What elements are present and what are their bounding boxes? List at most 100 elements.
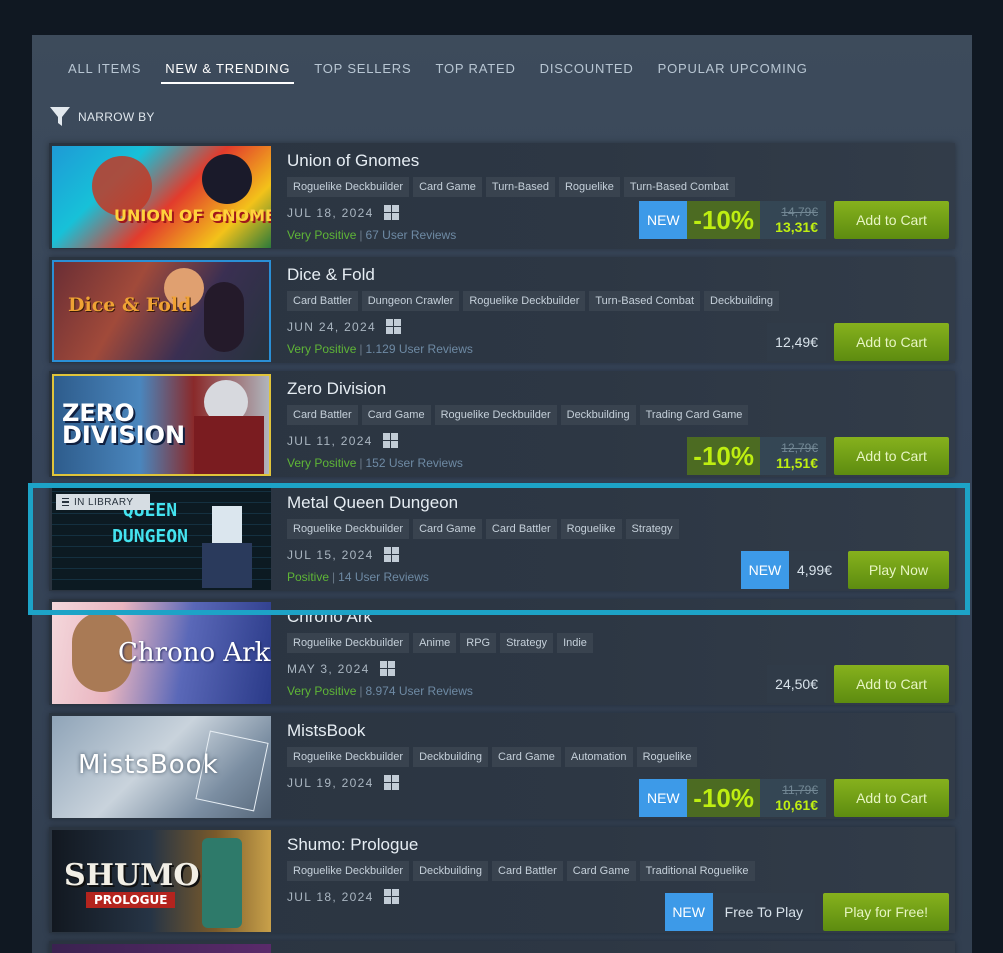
- game-capsule[interactable]: QUEEN DUNGEON IN LIBRARY: [52, 488, 271, 590]
- tag[interactable]: Card Battler: [287, 291, 358, 311]
- tag[interactable]: Roguelike Deckbuilder: [434, 405, 557, 425]
- capsule-logo: MistsBook: [78, 750, 219, 780]
- tag[interactable]: Roguelike Deckbuilder: [463, 291, 586, 311]
- review-rating: Positive: [287, 570, 330, 584]
- add-to-cart-button[interactable]: Add to Cart: [834, 201, 949, 239]
- game-capsule[interactable]: MistsBook: [52, 716, 271, 818]
- tag[interactable]: Indie: [557, 633, 593, 653]
- review-summary: Very Positive | 8.974 User Reviews: [287, 684, 473, 698]
- tag[interactable]: Roguelike Deckbuilder: [287, 177, 410, 197]
- game-title[interactable]: Zero Division: [287, 379, 386, 399]
- tag[interactable]: Card Battler: [492, 861, 563, 881]
- game-row-shumo-prologue[interactable]: SHUMO PROLOGUE Shumo: Prologue Roguelike…: [49, 827, 955, 933]
- capsule-subtitle: PROLOGUE: [86, 892, 176, 908]
- game-row-mistsbook[interactable]: MistsBook MistsBook Roguelike Deckbuilde…: [49, 713, 955, 819]
- tag[interactable]: Turn-Based: [485, 177, 555, 197]
- funnel-icon: [50, 107, 70, 126]
- tag[interactable]: Deckbuilding: [704, 291, 779, 311]
- price: 24,50€: [767, 665, 826, 703]
- add-to-cart-button[interactable]: Add to Cart: [834, 779, 949, 817]
- purchase-area: 24,50€ Add to Cart: [767, 665, 949, 703]
- add-to-cart-button[interactable]: Add to Cart: [834, 323, 949, 361]
- tag[interactable]: Card Game: [413, 519, 482, 539]
- play-for-free-button[interactable]: Play for Free!: [823, 893, 949, 931]
- in-library-badge: IN LIBRARY: [56, 494, 150, 510]
- tag[interactable]: Deckbuilding: [413, 861, 489, 881]
- tag[interactable]: Roguelike Deckbuilder: [287, 747, 410, 767]
- game-row-union-of-gnomes[interactable]: UNION OF GNOMES Union of Gnomes Roguelik…: [49, 143, 955, 249]
- tag[interactable]: Deckbuilding: [560, 405, 636, 425]
- game-row-dice-fold[interactable]: Dice & Fold Dice & Fold Card Battler Dun…: [49, 257, 955, 363]
- tag[interactable]: Strategy: [500, 633, 554, 653]
- tag[interactable]: Roguelike: [560, 519, 622, 539]
- tag[interactable]: Turn-Based Combat: [589, 291, 701, 311]
- tab-discounted[interactable]: DISCOUNTED: [540, 61, 646, 84]
- review-count: 152 User Reviews: [365, 456, 463, 470]
- release-date-row: JUL 18, 2024: [287, 205, 399, 220]
- release-date-row: JUL 11, 2024: [287, 433, 398, 448]
- tab-top-sellers[interactable]: TOP SELLERS: [314, 61, 423, 84]
- tag[interactable]: Automation: [564, 747, 633, 767]
- windows-icon: [385, 319, 401, 334]
- game-capsule[interactable]: SHUMO PROLOGUE: [52, 830, 271, 932]
- tag[interactable]: Card Battler: [485, 519, 557, 539]
- tab-top-rated[interactable]: TOP RATED: [435, 61, 527, 84]
- game-row-chrono-ark[interactable]: Chrono Ark Chrono Ark Roguelike Deckbuil…: [49, 599, 955, 705]
- add-to-cart-button[interactable]: Add to Cart: [834, 665, 949, 703]
- tag[interactable]: Roguelike: [636, 747, 698, 767]
- tag[interactable]: Card Game: [361, 405, 431, 425]
- windows-icon: [379, 661, 395, 676]
- discount-percent: -10%: [687, 201, 760, 239]
- add-to-cart-button[interactable]: Add to Cart: [834, 437, 949, 475]
- game-capsule[interactable]: ZERO DIVISION: [52, 374, 271, 476]
- tag[interactable]: Dungeon Crawler: [361, 291, 460, 311]
- tag[interactable]: Card Battler: [287, 405, 358, 425]
- tag[interactable]: Strategy: [625, 519, 679, 539]
- narrow-by-button[interactable]: NARROW BY: [50, 107, 155, 127]
- tag-list: Card Battler Card Game Roguelike Deckbui…: [287, 405, 749, 425]
- review-count: 67 User Reviews: [365, 228, 457, 242]
- game-capsule[interactable]: UNION OF GNOMES: [52, 146, 271, 248]
- game-capsule[interactable]: Chrono Ark: [52, 602, 271, 704]
- game-title[interactable]: Metal Queen Dungeon: [287, 493, 458, 513]
- tab-new-trending[interactable]: NEW & TRENDING: [161, 61, 302, 84]
- tag[interactable]: Roguelike: [558, 177, 620, 197]
- review-rating: Very Positive: [287, 342, 357, 356]
- game-title[interactable]: MistsBook: [287, 721, 365, 741]
- game-title[interactable]: Shumo: Prologue: [287, 835, 418, 855]
- tag[interactable]: Traditional Roguelike: [639, 861, 755, 881]
- windows-icon: [383, 889, 399, 904]
- tab-popular-upcoming[interactable]: POPULAR UPCOMING: [658, 61, 820, 84]
- store-panel: ALL ITEMS NEW & TRENDING TOP SELLERS TOP…: [32, 35, 972, 953]
- discount-percent: -10%: [687, 779, 760, 817]
- tag[interactable]: Card Game: [566, 861, 636, 881]
- tag[interactable]: Roguelike Deckbuilder: [287, 633, 410, 653]
- tag[interactable]: Roguelike Deckbuilder: [287, 519, 410, 539]
- tag[interactable]: Card Game: [492, 747, 561, 767]
- game-title[interactable]: Union of Gnomes: [287, 151, 419, 171]
- tag[interactable]: Roguelike Deckbuilder: [287, 861, 410, 881]
- game-capsule[interactable]: Dice & Fold: [52, 260, 271, 362]
- game-row-metal-queen-dungeon[interactable]: QUEEN DUNGEON IN LIBRARY Metal Queen Dun…: [49, 485, 955, 591]
- tag-list: Card Battler Dungeon Crawler Roguelike D…: [287, 291, 779, 311]
- tag[interactable]: Trading Card Game: [639, 405, 749, 425]
- tag[interactable]: Card Game: [413, 177, 482, 197]
- tag[interactable]: RPG: [460, 633, 497, 653]
- tag[interactable]: Deckbuilding: [413, 747, 489, 767]
- tag[interactable]: Turn-Based Combat: [623, 177, 735, 197]
- game-row-zero-division[interactable]: ZERO DIVISION Zero Division Card Battler…: [49, 371, 955, 477]
- final-price: 11,51€: [775, 454, 818, 471]
- release-date: MAY 3, 2024: [287, 661, 370, 676]
- play-now-button[interactable]: Play Now: [848, 551, 949, 589]
- release-date-row: JUL 15, 2024: [287, 547, 399, 562]
- release-date: JUL 11, 2024: [287, 433, 373, 448]
- in-library-label: IN LIBRARY: [74, 496, 134, 508]
- original-price: 11,79€: [782, 782, 818, 797]
- game-title[interactable]: Chrono Ark: [287, 607, 372, 627]
- tab-all-items[interactable]: ALL ITEMS: [68, 61, 153, 84]
- final-price: 10,61€: [775, 796, 818, 813]
- tag-list: Roguelike Deckbuilder Deckbuilding Card …: [287, 747, 698, 767]
- game-title[interactable]: Dice & Fold: [287, 265, 375, 285]
- tag[interactable]: Anime: [413, 633, 457, 653]
- game-capsule: [52, 944, 271, 953]
